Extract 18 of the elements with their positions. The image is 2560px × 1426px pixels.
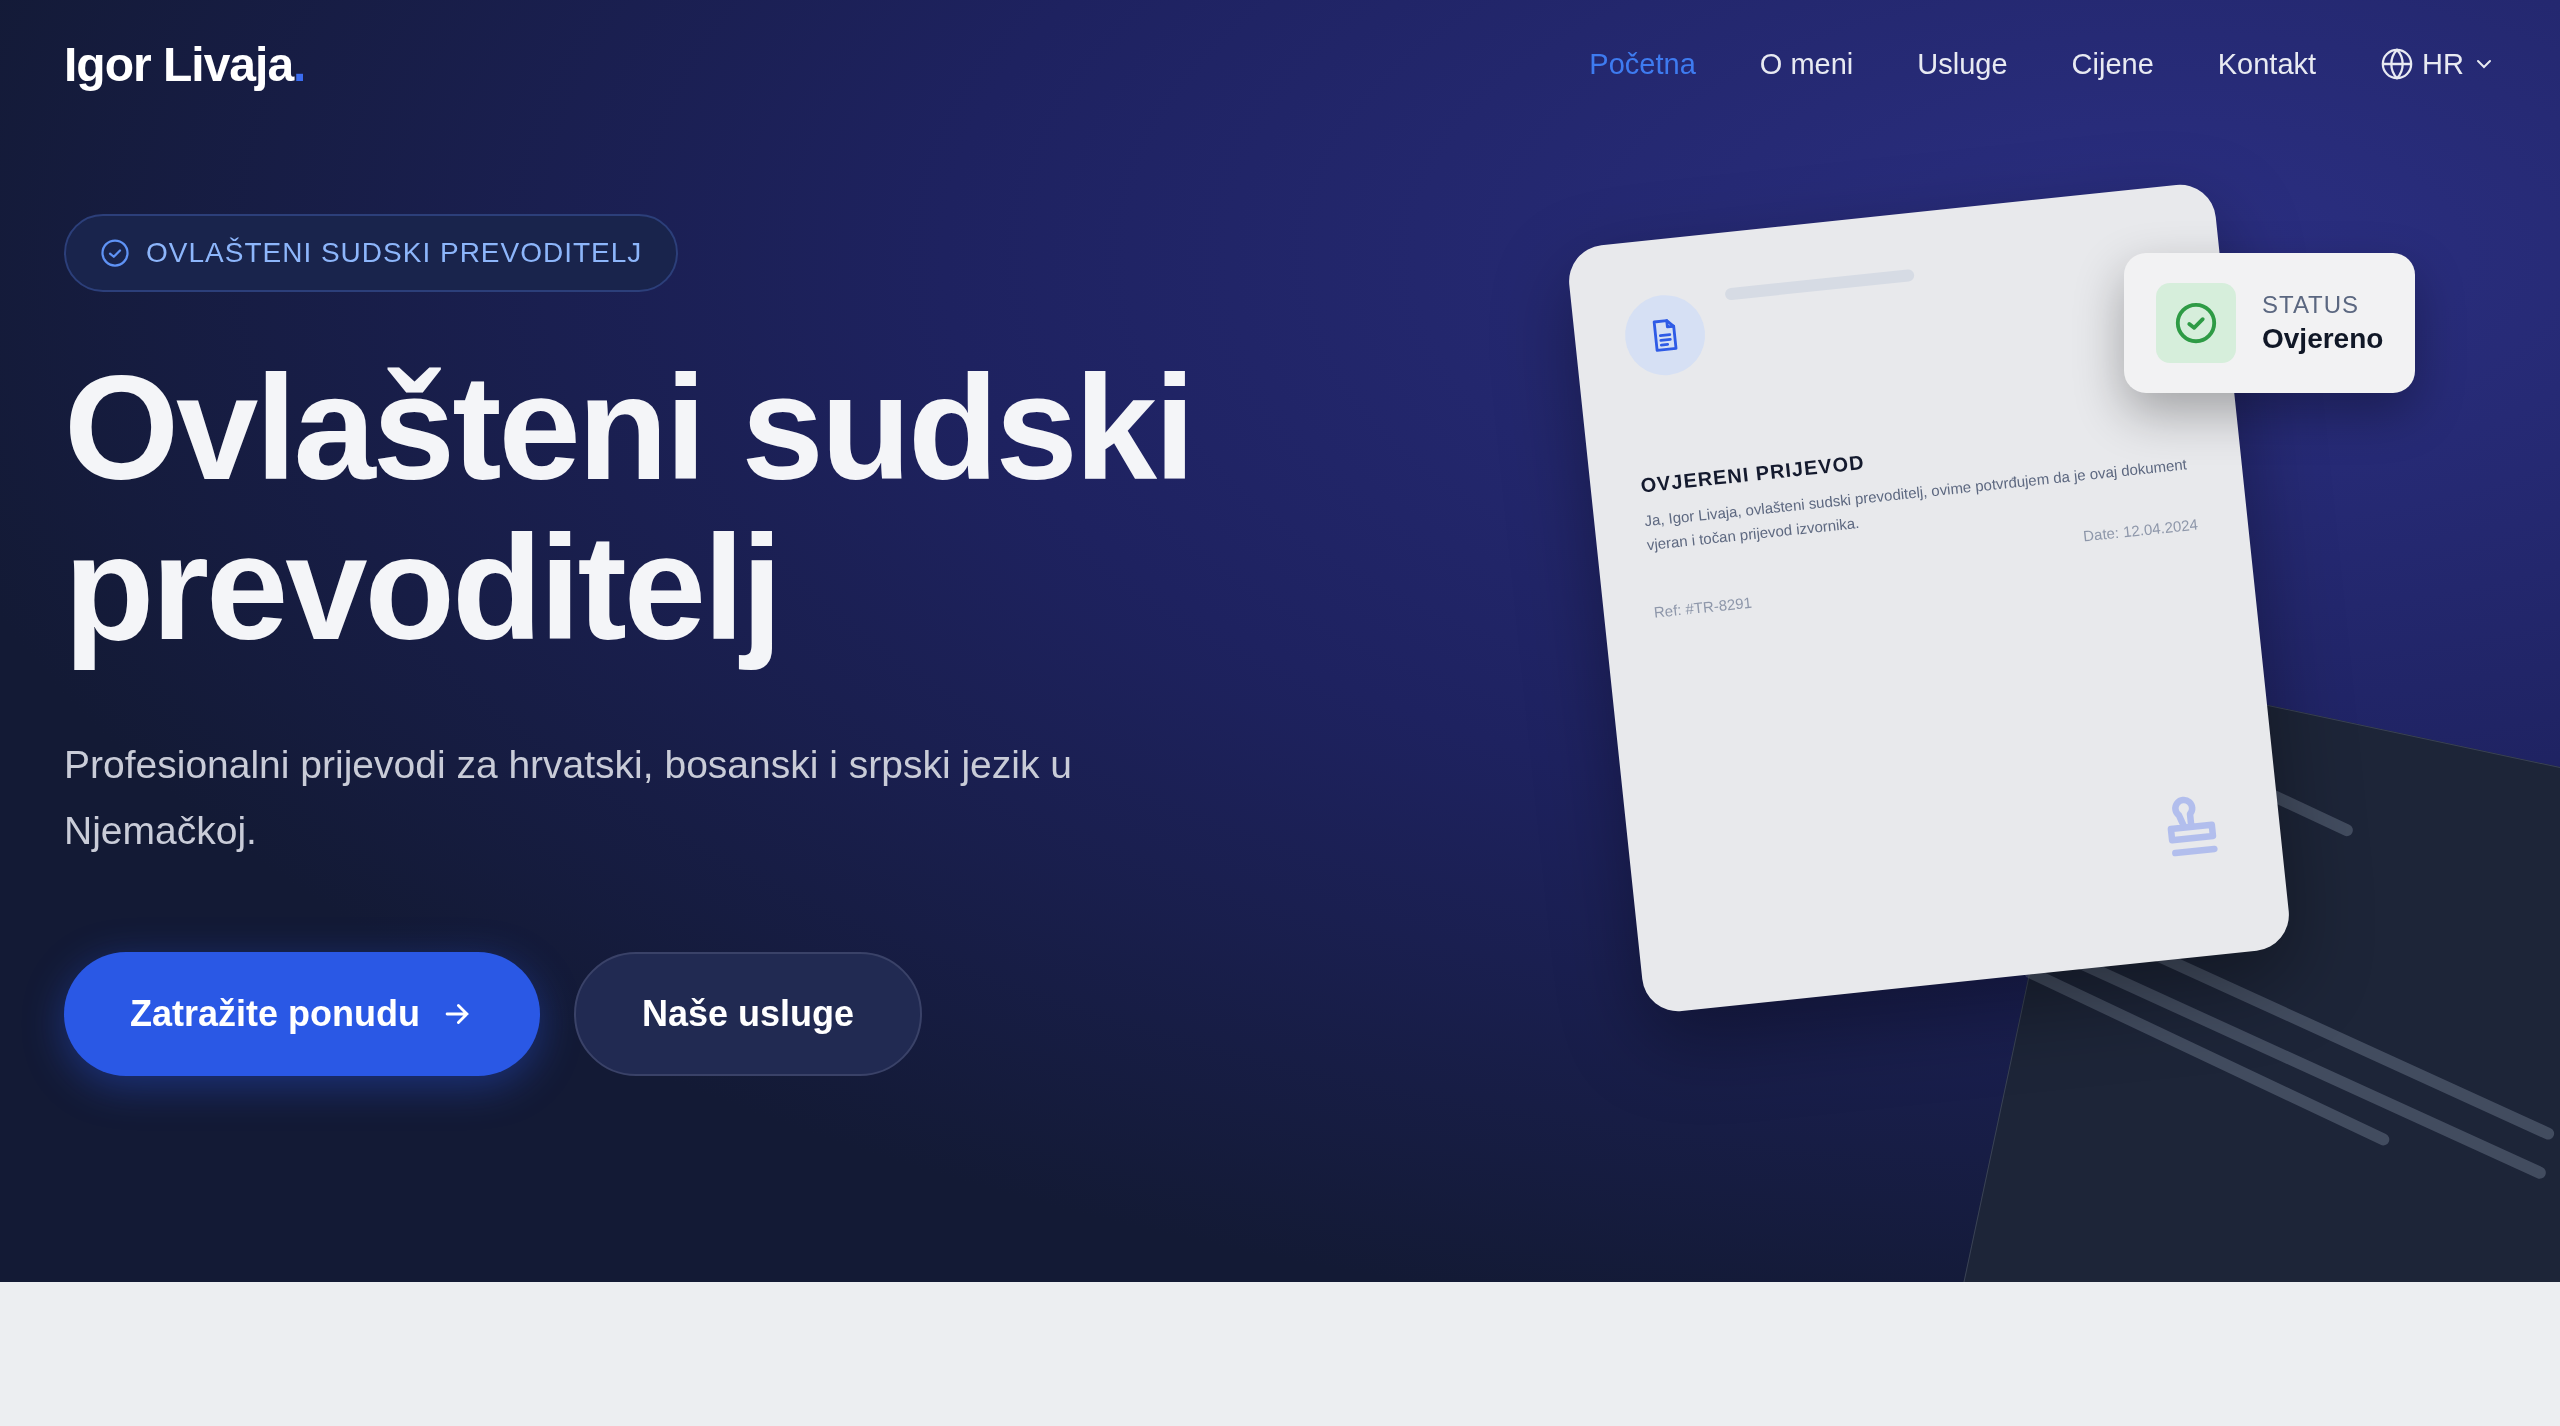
badge-text: OVLAŠTENI SUDSKI PREVODITELJ — [146, 237, 643, 269]
globe-icon — [2380, 47, 2415, 81]
hero-title: prevoditelj — [64, 508, 780, 668]
nav-link[interactable]: Kontakt — [2217, 47, 2317, 81]
document-ref: Ref: #TR-8291 — [1653, 592, 1754, 621]
status-value: Ovjereno — [2262, 323, 2384, 355]
hero-title: Ovlašteni sudski — [64, 348, 1193, 508]
nav-link[interactable]: Cijene — [2071, 47, 2154, 81]
language-button[interactable]: HR — [2380, 47, 2496, 81]
services-button[interactable]: Naše usluge — [574, 952, 923, 1076]
nav-link[interactable]: Usluge — [1917, 47, 2008, 81]
quote-button[interactable]: Zatražite ponudu — [64, 952, 540, 1076]
hero-subtitle: Profesionalni prijevodi za hrvatski, bosanski i srpski jezik u Njemačkoj. — [64, 742, 1073, 854]
status-label: STATUS — [2262, 291, 2361, 319]
nav-link[interactable]: O meni — [1759, 47, 1854, 81]
logo[interactable]: Igor Livaja. — [64, 36, 306, 92]
document-date: Date: 12.04.2024 — [2081, 515, 2199, 547]
check-circle-icon — [100, 238, 130, 268]
